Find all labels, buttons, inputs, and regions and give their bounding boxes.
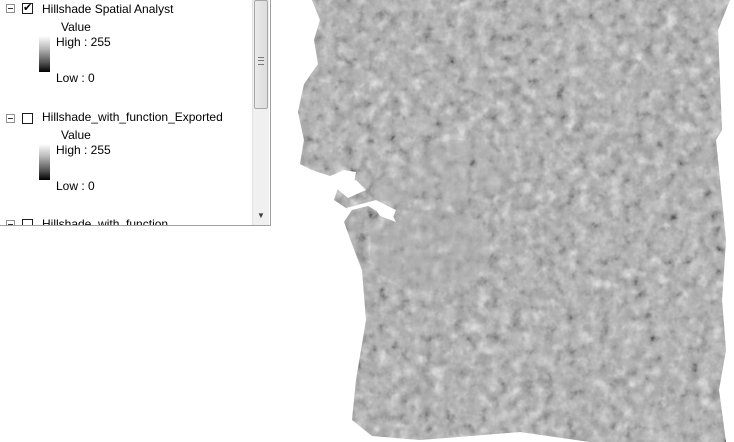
layer-name[interactable]: Hillshade_with_function_Exported — [42, 110, 223, 124]
layer-name[interactable]: Hillshade Spatial Analyst — [42, 2, 173, 16]
grayscale-ramp-icon — [39, 36, 50, 72]
legend-low-label: Low : 0 — [56, 71, 95, 85]
grip-icon — [258, 57, 264, 65]
toc-scrollbar[interactable]: ▼ — [252, 0, 269, 225]
layer-name[interactable]: Hillshade_with_function — [42, 217, 168, 225]
scrollbar-thumb[interactable] — [254, 0, 268, 109]
legend-high-label: High : 255 — [56, 35, 111, 49]
table-of-contents: ✔ Hillshade Spatial Analyst Value High :… — [0, 0, 271, 226]
collapse-toggle[interactable] — [6, 114, 15, 123]
collapse-toggle[interactable] — [6, 4, 15, 13]
arcmap-window: ✔ Hillshade Spatial Analyst Value High :… — [0, 0, 734, 442]
toc-layer-hillshade-with-function: Hillshade_with_function — [0, 216, 252, 225]
legend-title: Value — [61, 20, 91, 34]
toc-layer-hillshade-spatial-analyst: ✔ Hillshade Spatial Analyst Value High :… — [0, 0, 252, 110]
grayscale-ramp-icon — [39, 144, 50, 180]
legend-low-label: Low : 0 — [56, 179, 95, 193]
checkmark-icon: ✔ — [23, 2, 33, 14]
legend-high-label: High : 255 — [56, 143, 111, 157]
scroll-down-arrow-icon[interactable]: ▼ — [255, 209, 267, 223]
legend-title: Value — [61, 128, 91, 142]
layer-visibility-checkbox[interactable]: ✔ — [22, 3, 33, 14]
layer-visibility-checkbox[interactable] — [22, 219, 33, 225]
toc-layer-hillshade-with-function-exported: Hillshade_with_function_Exported Value H… — [0, 108, 252, 218]
collapse-toggle[interactable] — [6, 220, 15, 225]
layer-visibility-checkbox[interactable] — [22, 113, 33, 124]
